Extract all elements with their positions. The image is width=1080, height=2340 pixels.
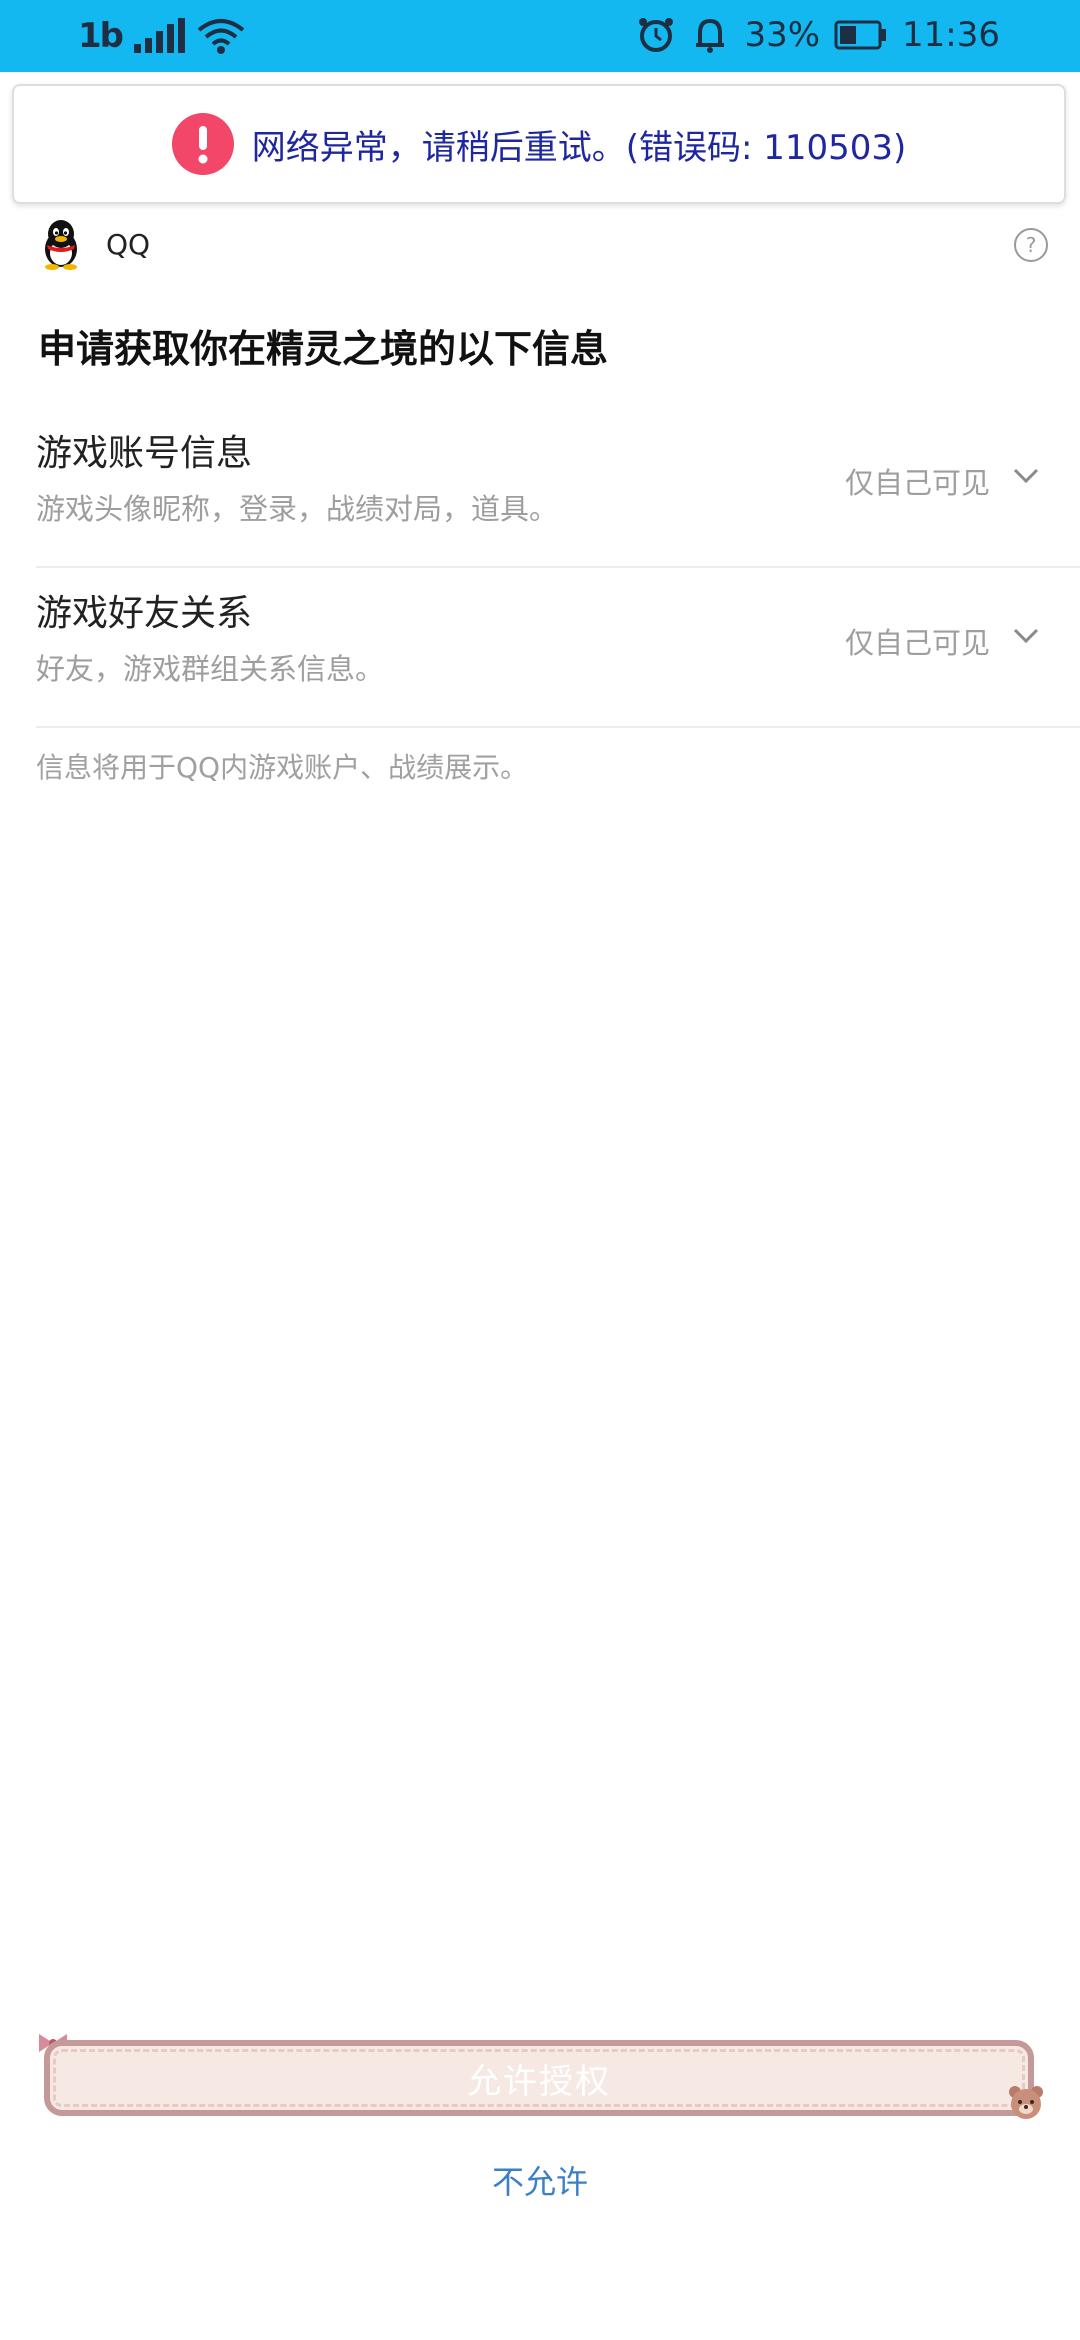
error-toast: 网络异常，请稍后重试。(错误码: 110503) — [12, 84, 1066, 204]
chevron-down-icon[interactable] — [1012, 622, 1040, 650]
signal-icon — [134, 18, 185, 53]
status-bar-left: 1b — [78, 14, 246, 58]
app-header: QQ ? — [38, 218, 1048, 274]
allow-authorization-button[interactable]: 允许授权 — [44, 2040, 1034, 2116]
visibility-selector[interactable]: 仅自己可见 — [845, 460, 990, 502]
deny-button[interactable]: 不允许 — [440, 2150, 640, 2210]
qq-logo-icon — [45, 220, 77, 270]
visibility-selector[interactable]: 仅自己可见 — [845, 620, 990, 662]
permission-title: 游戏好友关系 — [36, 593, 253, 634]
usage-note: 信息将用于QQ内游戏账户、战绩展示。 — [36, 751, 529, 784]
battery-icon — [834, 20, 887, 50]
error-message: 网络异常，请稍后重试。(错误码: 110503) — [251, 127, 907, 168]
permission-row-friends[interactable]: 游戏好友关系 好友，游戏群组关系信息。 仅自己可见 — [36, 568, 1080, 728]
help-icon[interactable]: ? — [1014, 228, 1048, 262]
error-icon — [171, 113, 234, 175]
chevron-down-icon[interactable] — [1012, 462, 1040, 490]
permission-description: 游戏头像昵称，登录，战绩对局，道具。 — [36, 492, 559, 526]
permission-row-account[interactable]: 游戏账号信息 游戏头像昵称，登录，战绩对局，道具。 仅自己可见 — [36, 408, 1080, 568]
bell-icon — [696, 18, 725, 53]
status-bar: 1b 33% 11:36 — [0, 0, 1080, 72]
clock: 11:36 — [902, 15, 1000, 55]
app-name: QQ — [106, 228, 151, 261]
alarm-icon — [639, 18, 674, 52]
permission-description: 好友，游戏群组关系信息。 — [36, 652, 385, 686]
wifi-icon — [197, 19, 245, 54]
page-title: 申请获取你在精灵之境的以下信息 — [38, 327, 609, 371]
battery-percent: 33% — [744, 15, 821, 55]
permission-title: 游戏账号信息 — [36, 433, 253, 474]
bear-icon — [1009, 2086, 1043, 2119]
network-type: 1b — [78, 16, 124, 56]
allow-button-label: 允许授权 — [467, 2061, 611, 2102]
status-bar-right: 33% 11:36 — [636, 12, 1000, 58]
